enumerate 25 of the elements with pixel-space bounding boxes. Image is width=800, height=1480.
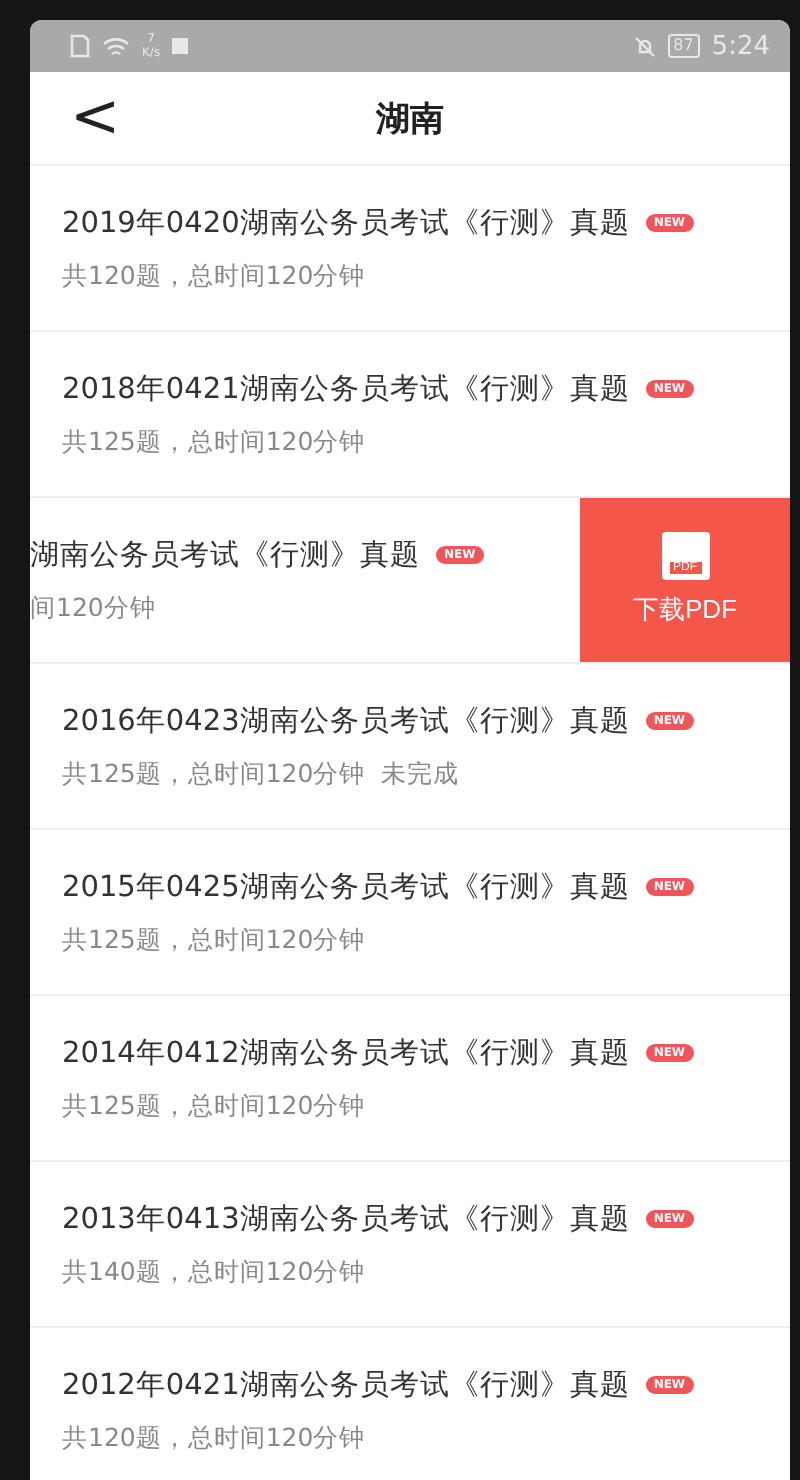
square-icon [172,38,189,54]
bell-muted-icon [633,35,656,57]
sim-icon [70,34,90,58]
exam-title[interactable]: 2012年0421湖南公务员考试《行测》真题 [62,1365,630,1403]
exam-title[interactable]: 2013年0413湖南公务员考试《行测》真题 [62,1199,630,1237]
back-button[interactable]: < [30,88,121,148]
exam-info: 共120题，总时间120分钟 [62,259,366,293]
exam-title[interactable]: 2015年0425湖南公务员考试《行测》真题 [62,867,630,905]
exam-title[interactable]: 2019年0420湖南公务员考试《行测》真题 [62,203,630,241]
exam-title[interactable]: 2018年0421湖南公务员考试《行测》真题 [62,369,630,407]
exam-title[interactable]: 湖南公务员考试《行测》真题 [30,535,420,573]
exam-title[interactable]: 2014年0412湖南公务员考试《行测》真题 [62,1033,630,1071]
exam-info: 共140题，总时间120分钟 [62,1255,366,1289]
battery-level: 87 [667,34,700,58]
exam-info: 间120分钟 [30,591,156,625]
page-title: 湖南 [376,97,444,141]
exam-status: 未完成 [381,757,460,791]
exam-info: 共125题，总时间120分钟 [62,1089,366,1123]
status-time: 5:24 [711,31,770,61]
exam-info: 共120题，总时间120分钟 [62,1421,366,1455]
exam-info: 共125题，总时间120分钟 [62,425,366,459]
exam-info: 共125题，总时间120分钟 [62,757,366,791]
exam-title[interactable]: 2016年0423湖南公务员考试《行测》真题 [62,701,630,739]
exam-info: 共125题，总时间120分钟 [62,923,366,957]
wifi-icon [102,35,130,57]
